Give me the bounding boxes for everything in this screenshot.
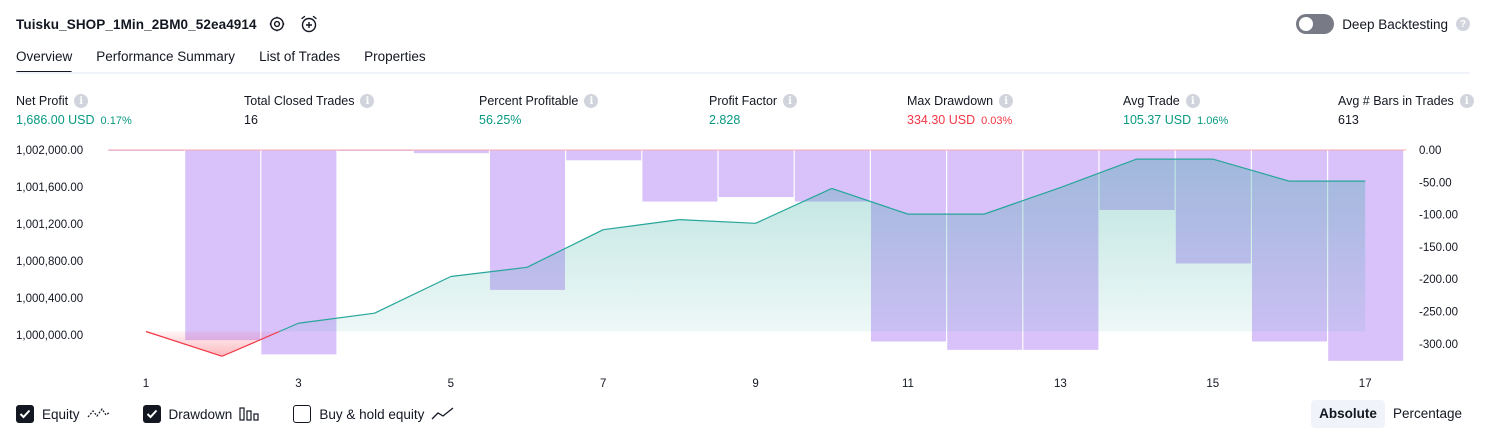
strategy-name: Tuisku_SHOP_1Min_2BM0_52ea4914	[16, 16, 257, 32]
right-axis-tick: -150.00	[1419, 242, 1458, 254]
info-icon[interactable]: i	[584, 94, 599, 108]
x-axis-tick: 11	[902, 378, 914, 390]
x-axis-tick: 5	[448, 378, 454, 390]
metric-label: Max Drawdown	[907, 94, 994, 108]
metric-value: 56.25%	[479, 113, 522, 127]
help-icon[interactable]: ?	[1456, 17, 1470, 31]
info-icon[interactable]: i	[74, 94, 89, 108]
left-axis-tick: 1,001,200.00	[16, 219, 83, 231]
tab-list-of-trades[interactable]: List of Trades	[259, 44, 340, 74]
equity-drawdown-chart: 1,002,000.00 1,001,600.00 1,001,200.00 1,00…	[16, 145, 1458, 390]
legend-label: Equity	[42, 406, 80, 422]
left-axis-tick: 1,000,800.00	[16, 256, 83, 268]
metric-net-profit: Net Profit i 1,686.00 USD 0.17%	[16, 93, 132, 129]
metric-total-closed-trades: Total Closed Trades i 16	[244, 93, 375, 129]
metric-value: 334.30 USD	[907, 113, 976, 127]
legend-equity[interactable]: Equity	[16, 405, 111, 423]
chart-legend: Equity Drawdown Buy & hold equity	[16, 403, 487, 425]
tab-properties[interactable]: Properties	[364, 44, 426, 74]
metric-value: 16	[244, 113, 258, 127]
left-axis-tick: 1,000,000.00	[16, 330, 83, 342]
percentage-button[interactable]: Percentage	[1385, 400, 1470, 428]
gear-icon[interactable]	[265, 12, 289, 36]
metric-percent: 0.17%	[100, 115, 132, 127]
metric-value: 2.828	[709, 113, 741, 127]
right-axis-tick: -300.00	[1419, 339, 1458, 351]
info-icon[interactable]: i	[1459, 94, 1474, 108]
x-axis-tick: 7	[600, 378, 606, 390]
x-axis-tick: 3	[295, 378, 301, 390]
metric-label: Profit Factor	[709, 94, 778, 108]
legend-label: Buy & hold equity	[319, 406, 425, 422]
absolute-button[interactable]: Absolute	[1311, 400, 1385, 428]
legend-buy-hold-equity[interactable]: Buy & hold equity	[293, 405, 455, 423]
checkbox-checked[interactable]	[16, 405, 34, 423]
tab-bar: Overview Performance Summary List of Tra…	[16, 44, 426, 74]
x-axis-tick: 1	[143, 378, 149, 390]
info-icon[interactable]: i	[999, 94, 1014, 108]
metric-percent-profitable: Percent Profitable i 56.25%	[479, 93, 599, 129]
drawdown-bar	[642, 150, 718, 202]
right-axis-tick: -200.00	[1419, 274, 1458, 286]
bars-icon	[239, 407, 261, 421]
tab-overview[interactable]: Overview	[16, 44, 73, 74]
strategy-header: Tuisku_SHOP_1Min_2BM0_52ea4914	[16, 12, 321, 36]
deep-backtesting-toggle[interactable]	[1296, 14, 1335, 34]
x-axis-tick: 15	[1206, 378, 1219, 390]
info-icon[interactable]: i	[360, 94, 375, 108]
alarm-clock-plus-icon[interactable]	[297, 12, 321, 36]
metric-label: Avg # Bars in Trades	[1338, 94, 1454, 108]
info-icon[interactable]: i	[783, 94, 798, 108]
metric-label: Percent Profitable	[479, 94, 579, 108]
x-axis-tick: 9	[752, 378, 758, 390]
x-axis-tick: 17	[1359, 378, 1372, 390]
metric-avg-trade: Avg Trade i 105.37 USD 1.06%	[1123, 93, 1228, 129]
scale-switch: Absolute Percentage	[1311, 400, 1470, 428]
right-axis-tick: -100.00	[1419, 210, 1458, 222]
metric-percent: 0.03%	[981, 115, 1013, 127]
drawdown-bar	[718, 150, 794, 198]
checkbox-checked[interactable]	[142, 405, 161, 423]
deep-backtesting: Deep Backtesting ?	[1296, 12, 1470, 36]
trend-line-icon	[431, 407, 455, 421]
metric-avg-bars-in-trades: Avg # Bars in Trades i 613	[1338, 93, 1474, 129]
checkbox-unchecked[interactable]	[293, 405, 312, 423]
metric-profit-factor: Profit Factor i 2.828	[709, 93, 798, 129]
drawdown-bar	[566, 150, 642, 161]
metric-label: Avg Trade	[1123, 94, 1180, 108]
right-axis-tick: 0.00	[1419, 145, 1441, 157]
legend-label: Drawdown	[168, 406, 233, 422]
left-axis-tick: 1,001,600.00	[16, 182, 83, 194]
metric-percent: 1.06%	[1197, 115, 1229, 127]
right-axis-tick: -250.00	[1419, 307, 1458, 319]
metric-label: Total Closed Trades	[244, 94, 355, 108]
line-icon	[87, 407, 111, 421]
x-axis-tick: 13	[1054, 378, 1067, 390]
tab-performance-summary[interactable]: Performance Summary	[96, 44, 235, 74]
metric-value: 105.37 USD	[1123, 113, 1192, 127]
metric-value: 1,686.00 USD	[16, 113, 95, 127]
metric-max-drawdown: Max Drawdown i 334.30 USD 0.03%	[907, 93, 1014, 129]
info-icon[interactable]: i	[1185, 94, 1200, 108]
drawdown-bar	[185, 150, 261, 341]
left-axis-tick: 1,000,400.00	[16, 293, 83, 305]
metric-label: Net Profit	[16, 94, 69, 108]
right-axis-tick: -50.00	[1419, 177, 1452, 189]
metric-value: 613	[1338, 113, 1359, 127]
tabs-divider	[16, 72, 1470, 74]
left-axis-tick: 1,002,000.00	[16, 145, 83, 157]
toggle-knob	[1299, 17, 1314, 31]
legend-drawdown[interactable]: Drawdown	[142, 405, 262, 423]
deep-backtesting-label: Deep Backtesting	[1342, 16, 1448, 32]
